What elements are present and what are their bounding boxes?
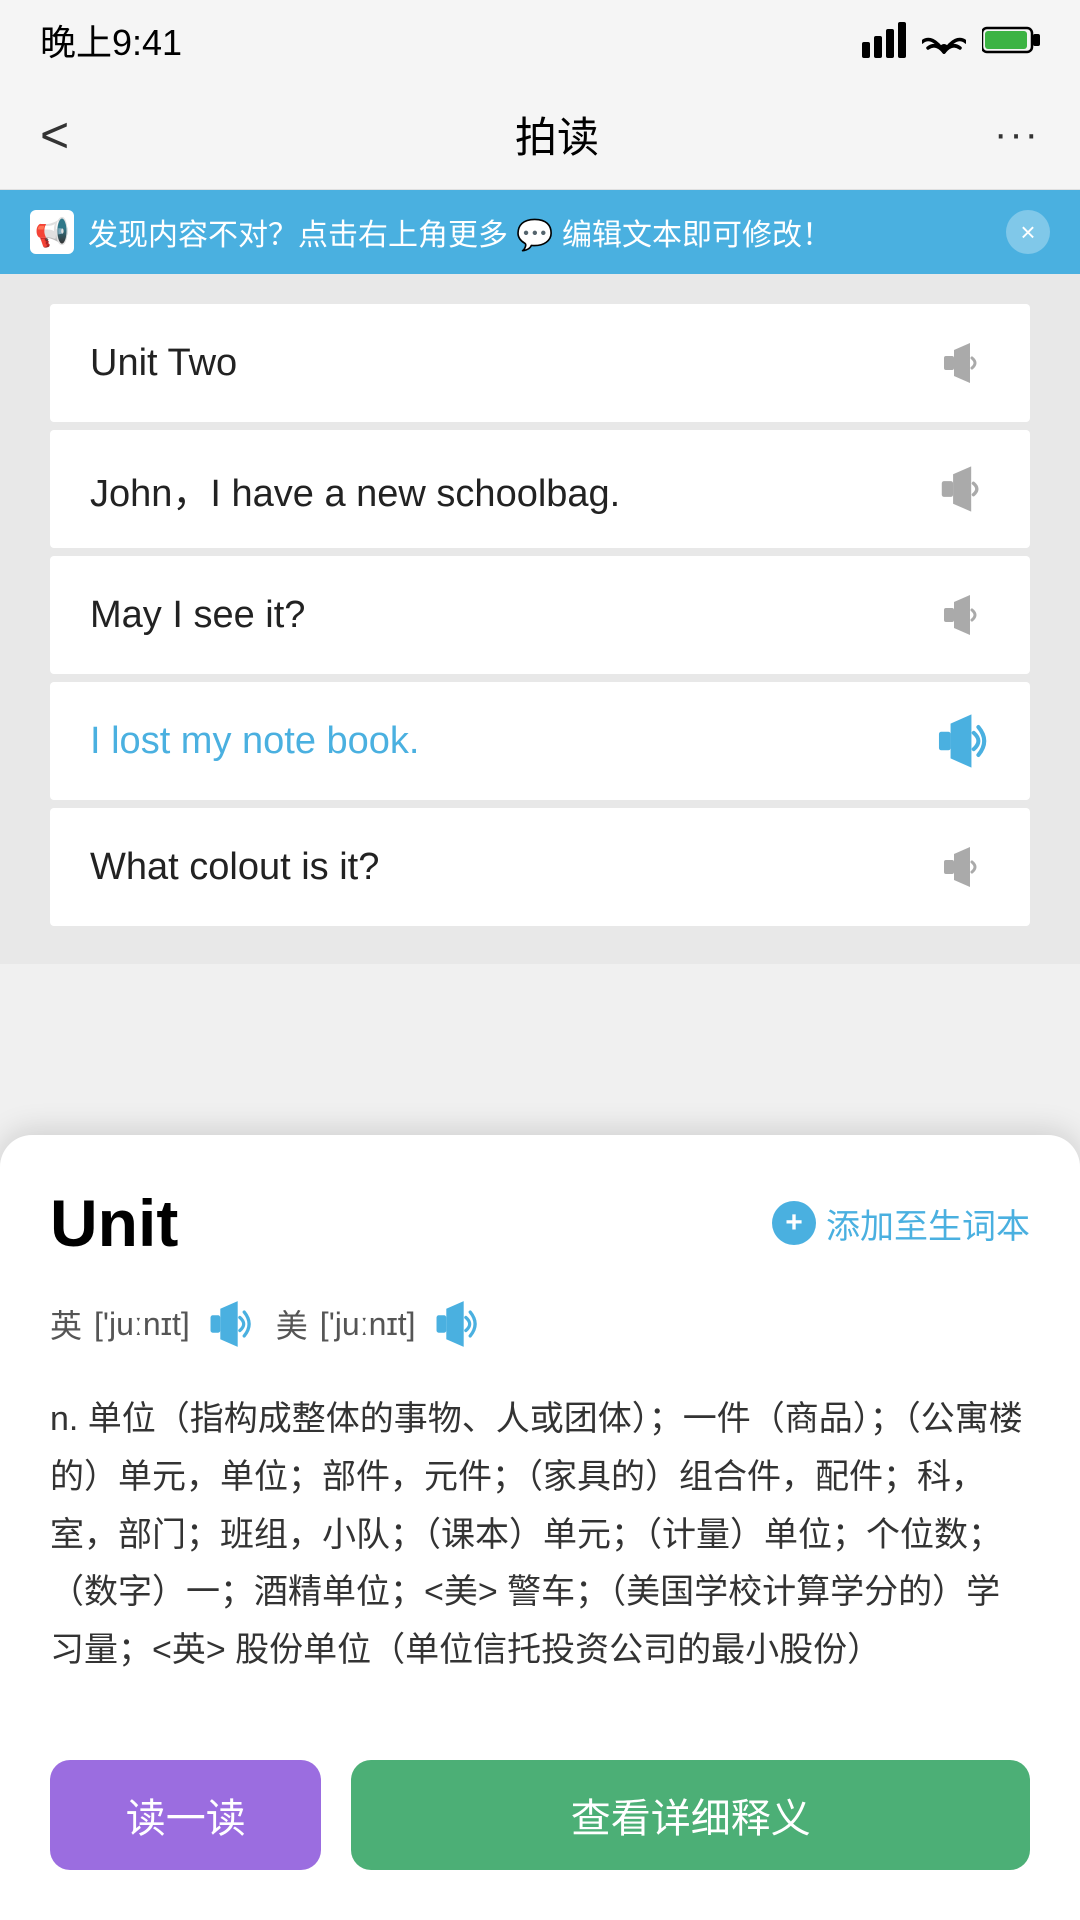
nav-bar: < 拍读 ··· bbox=[0, 80, 1080, 190]
phonetic-uk: 英 ['juːnɪt] bbox=[50, 1297, 256, 1351]
sound-button-active[interactable] bbox=[932, 712, 990, 770]
sound-icon bbox=[938, 340, 984, 386]
sound-icon bbox=[935, 463, 987, 515]
us-phonetic: ['juːnɪt] bbox=[320, 1306, 416, 1343]
signal-icon bbox=[862, 22, 906, 58]
us-label: 美 bbox=[276, 1301, 308, 1347]
uk-sound-icon bbox=[204, 1299, 254, 1349]
word-header: Unit + 添加至生词本 bbox=[50, 1185, 1030, 1261]
reading-content: Unit Two John，I have a new schoolbag. Ma… bbox=[0, 274, 1080, 964]
phonetic-us: 美 ['juːnɪt] bbox=[276, 1297, 482, 1351]
reading-item-active: I lost my note book. bbox=[50, 682, 1030, 800]
reading-item: What colout is it? bbox=[50, 808, 1030, 926]
word-title: Unit bbox=[50, 1185, 178, 1261]
wifi-icon bbox=[922, 22, 966, 58]
add-vocab-button[interactable]: + 添加至生词本 bbox=[772, 1199, 1030, 1248]
word-panel: Unit + 添加至生词本 英 ['juːnɪt] 美 ['juːnɪt] bbox=[0, 1135, 1080, 1920]
sound-icon-active bbox=[932, 710, 990, 772]
banner-alert-icon: 📢 bbox=[30, 210, 74, 254]
banner-close-button[interactable]: × bbox=[1006, 210, 1050, 254]
more-button[interactable]: ··· bbox=[994, 112, 1040, 157]
add-vocab-icon: + bbox=[772, 1201, 816, 1245]
sound-button-2[interactable] bbox=[932, 460, 990, 518]
word-definition: n. 单位（指构成整体的事物、人或团体）；一件（商品）；（公寓楼的）单元，单位；… bbox=[50, 1391, 1030, 1680]
reading-item: May I see it? bbox=[50, 556, 1030, 674]
banner-content: 📢 发现内容不对？点击右上角更多 💬 编辑文本即可修改！ bbox=[30, 210, 1006, 254]
read-button[interactable]: 读一读 bbox=[50, 1760, 321, 1870]
back-button[interactable]: < bbox=[40, 106, 120, 164]
status-icons bbox=[862, 22, 1040, 58]
us-sound-button[interactable] bbox=[428, 1297, 482, 1351]
reading-text: John，I have a new schoolbag. bbox=[90, 462, 620, 517]
reading-text-active: I lost my note book. bbox=[90, 720, 420, 763]
uk-sound-button[interactable] bbox=[202, 1297, 256, 1351]
status-bar: 晚上9:41 bbox=[0, 0, 1080, 80]
sound-button-1[interactable] bbox=[932, 334, 990, 392]
us-sound-icon bbox=[430, 1299, 480, 1349]
bottom-buttons: 读一读 查看详细释义 bbox=[50, 1730, 1030, 1920]
sound-icon bbox=[938, 844, 984, 890]
reading-item: Unit Two bbox=[50, 304, 1030, 422]
status-time: 晚上9:41 bbox=[40, 14, 182, 66]
add-vocab-label: 添加至生词本 bbox=[826, 1199, 1030, 1248]
uk-phonetic: ['juːnɪt] bbox=[94, 1306, 190, 1343]
sound-button-5[interactable] bbox=[932, 838, 990, 896]
phonetics-row: 英 ['juːnɪt] 美 ['juːnɪt] bbox=[50, 1297, 1030, 1351]
detail-button[interactable]: 查看详细释义 bbox=[351, 1760, 1030, 1870]
reading-text: What colout is it? bbox=[90, 846, 379, 889]
reading-text: May I see it? bbox=[90, 594, 305, 637]
sound-icon bbox=[938, 592, 984, 638]
reading-item: John，I have a new schoolbag. bbox=[50, 430, 1030, 548]
reading-text: Unit Two bbox=[90, 342, 237, 385]
nav-title: 拍读 bbox=[515, 104, 599, 165]
uk-label: 英 bbox=[50, 1301, 82, 1347]
info-banner: 📢 发现内容不对？点击右上角更多 💬 编辑文本即可修改！ × bbox=[0, 190, 1080, 274]
banner-text: 发现内容不对？点击右上角更多 💬 编辑文本即可修改！ bbox=[88, 210, 832, 254]
battery-icon bbox=[982, 25, 1040, 55]
sound-button-3[interactable] bbox=[932, 586, 990, 644]
